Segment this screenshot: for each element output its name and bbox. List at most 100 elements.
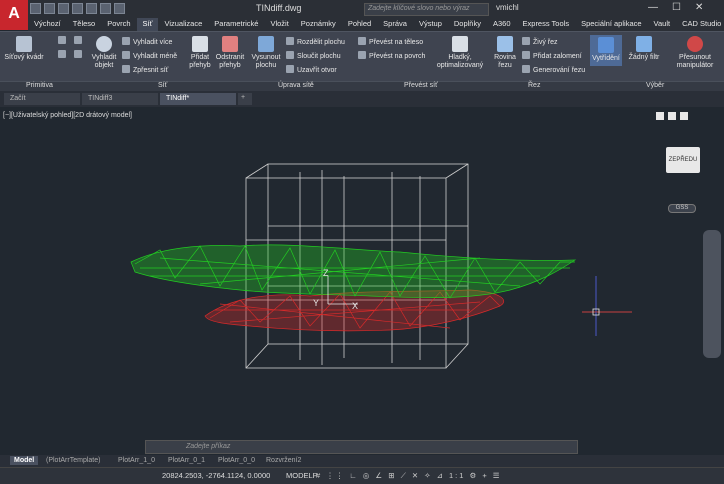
doc-tab-zacit[interactable]: Začít: [4, 93, 80, 105]
split-face-button[interactable]: Rozdělit plochu: [286, 37, 345, 46]
panel-title-uprava-site[interactable]: Úprava sítě: [278, 82, 314, 89]
layout-tab-plotarr-0-0[interactable]: PlotArr_0_0: [214, 456, 259, 465]
live-section-icon: [522, 37, 530, 45]
move-gizmo-dropdown[interactable]: Přesunout manipulátor: [670, 36, 720, 70]
tab-poznamky[interactable]: Poznámky: [295, 18, 342, 31]
section-plane-button[interactable]: Rovina řezu: [492, 36, 518, 70]
open-icon[interactable]: [44, 3, 55, 14]
gizmo-icon: [687, 36, 703, 52]
layout-tab-plotarr-0-1[interactable]: PlotArr_0_1: [164, 456, 209, 465]
viewcube[interactable]: ZEPŘEDU: [666, 147, 700, 173]
new-file-icon[interactable]: [30, 3, 41, 14]
drawing-viewport[interactable]: Z Y X: [0, 107, 724, 457]
search-input[interactable]: Zadejte klíčové slovo nebo výraz: [364, 3, 489, 16]
split-face-icon: [286, 37, 294, 45]
new-tab-button[interactable]: +: [238, 93, 252, 105]
close-button[interactable]: ✕: [695, 2, 703, 13]
smooth-less-icon: [122, 51, 130, 59]
viewport-restore-icon[interactable]: [668, 112, 676, 120]
window-controls: — ☐ ✕: [648, 2, 703, 13]
mesh-box-icon: [16, 36, 32, 52]
doc-tab-tindiff3[interactable]: TINdiff3: [82, 93, 158, 105]
viewport-controls-label[interactable]: [−][Uživatelský pohled][2D drátový model…: [3, 112, 132, 119]
tab-sprava[interactable]: Správa: [377, 18, 413, 31]
save-as-icon[interactable]: [72, 3, 83, 14]
layout-tab-plotarrtemplate[interactable]: (PlotArrTemplate): [42, 456, 104, 465]
undo-icon[interactable]: [100, 3, 111, 14]
generate-section-button[interactable]: Generování řezu: [522, 65, 585, 74]
refine-mesh-button[interactable]: Zpřesnit síť: [122, 65, 168, 74]
save-icon[interactable]: [58, 3, 69, 14]
viewport-close-icon[interactable]: [680, 112, 688, 120]
tab-vychozi[interactable]: Výchozí: [28, 18, 67, 31]
tab-cad-studio[interactable]: CAD Studio: [676, 18, 724, 31]
panel-title-prevest-sit[interactable]: Převést síť: [404, 82, 438, 89]
smooth-more-icon: [122, 37, 130, 45]
live-section-button[interactable]: Živý řez: [522, 37, 558, 46]
smooth-less-button[interactable]: Vyhladit méně: [122, 51, 177, 60]
tab-specialni-aplikace[interactable]: Speciální aplikace: [575, 18, 647, 31]
layout-tabs: Model (PlotArrTemplate) PlotArr_1_0 Plot…: [0, 455, 724, 467]
no-filter-dropdown[interactable]: Žádný filtr: [626, 36, 662, 62]
panel-title-rez[interactable]: Řez: [528, 82, 540, 89]
doc-tab-tindiff[interactable]: TINdiff*: [160, 93, 236, 105]
convert-surface-icon: [358, 51, 366, 59]
tab-express-tools[interactable]: Express Tools: [517, 18, 576, 31]
remove-crease-button[interactable]: Odstranit přehyb: [214, 36, 246, 70]
refine-icon: [122, 65, 130, 73]
viewport-minimize-icon[interactable]: [656, 112, 664, 120]
mesh-primitive-icon[interactable]: [74, 36, 85, 45]
tab-vizualizace[interactable]: Vizualizace: [158, 18, 208, 31]
close-hole-button[interactable]: Uzavřít otvor: [286, 65, 337, 74]
extrude-face-button[interactable]: Vysunout plochu: [250, 36, 282, 70]
panel-title-vyber[interactable]: Výběr: [646, 82, 664, 89]
tab-pohled[interactable]: Pohled: [342, 18, 377, 31]
tab-povrch[interactable]: Povrch: [101, 18, 136, 31]
command-line-input[interactable]: Zadejte příkaz: [145, 440, 578, 454]
add-jog-button[interactable]: Přidat zalomení: [522, 51, 582, 60]
tab-vault[interactable]: Vault: [648, 18, 677, 31]
smooth-optimized-icon: [452, 36, 468, 52]
minimize-button[interactable]: —: [648, 2, 658, 13]
layout-tab-plotarr-1-0[interactable]: PlotArr_1_0: [114, 456, 159, 465]
convert-solid-icon: [358, 37, 366, 45]
panel-title-sit[interactable]: Síť: [158, 82, 167, 89]
merge-face-button[interactable]: Sloučit plochu: [286, 51, 341, 60]
print-icon[interactable]: [86, 3, 97, 14]
mesh-primitive-icon[interactable]: [58, 50, 69, 59]
culling-button[interactable]: Vytřídění: [590, 35, 622, 66]
tab-vystup[interactable]: Výstup: [413, 18, 448, 31]
add-crease-button[interactable]: Přidat přehyb: [186, 36, 214, 70]
layout-tab-rozvrzeni2[interactable]: Rozvržení2: [262, 456, 305, 465]
tab-vlozit[interactable]: Vložit: [264, 18, 294, 31]
tab-parametricke[interactable]: Parametrické: [208, 18, 264, 31]
application-menu-button[interactable]: A: [0, 0, 28, 30]
smooth-object-button[interactable]: Vyhladit objekt: [88, 36, 120, 70]
viewport-window-controls: [656, 112, 688, 120]
mesh-box-button[interactable]: Síťový kvádr: [4, 36, 44, 62]
tab-teleso[interactable]: Těleso: [67, 18, 102, 31]
redo-icon[interactable]: [114, 3, 125, 14]
ribbon-tabs: Výchozí Těleso Povrch Síť Vizualizace Pa…: [28, 18, 724, 31]
navigation-bar[interactable]: [703, 230, 721, 358]
add-crease-icon: [192, 36, 208, 52]
close-hole-icon: [286, 65, 294, 73]
convert-to-surface-button[interactable]: Převést na povrch: [358, 51, 425, 60]
smooth-optimized-dropdown[interactable]: Hladký, optimalizovaný: [432, 36, 488, 70]
smooth-more-button[interactable]: Vyhladit více: [122, 37, 172, 46]
user-account[interactable]: vmichl: [496, 3, 519, 12]
extrude-face-icon: [258, 36, 274, 52]
wcs-menu[interactable]: GSS: [668, 204, 696, 213]
tab-sit[interactable]: Síť: [136, 18, 159, 31]
mesh-primitive-icon[interactable]: [58, 36, 69, 45]
ribbon-panel: Síťový kvádr Vyhladit objekt Vyhladit ví…: [0, 31, 724, 81]
status-bar-toggles[interactable]: # ⋮⋮ ∟ ◎ ∠ ⊞ ⟋ ✕ ✧ ⊿ 1:1 ⚙ + ☰: [316, 471, 502, 481]
maximize-button[interactable]: ☐: [672, 2, 681, 13]
panel-title-primitiva[interactable]: Primitiva: [26, 82, 53, 89]
layout-tab-model[interactable]: Model: [10, 456, 39, 465]
tab-a360[interactable]: A360: [487, 18, 517, 31]
mesh-primitive-icon[interactable]: [74, 50, 85, 59]
convert-to-solid-button[interactable]: Převést na těleso: [358, 37, 423, 46]
model-space-toggle[interactable]: MODELP: [286, 471, 318, 480]
tab-doplnky[interactable]: Doplňky: [448, 18, 487, 31]
